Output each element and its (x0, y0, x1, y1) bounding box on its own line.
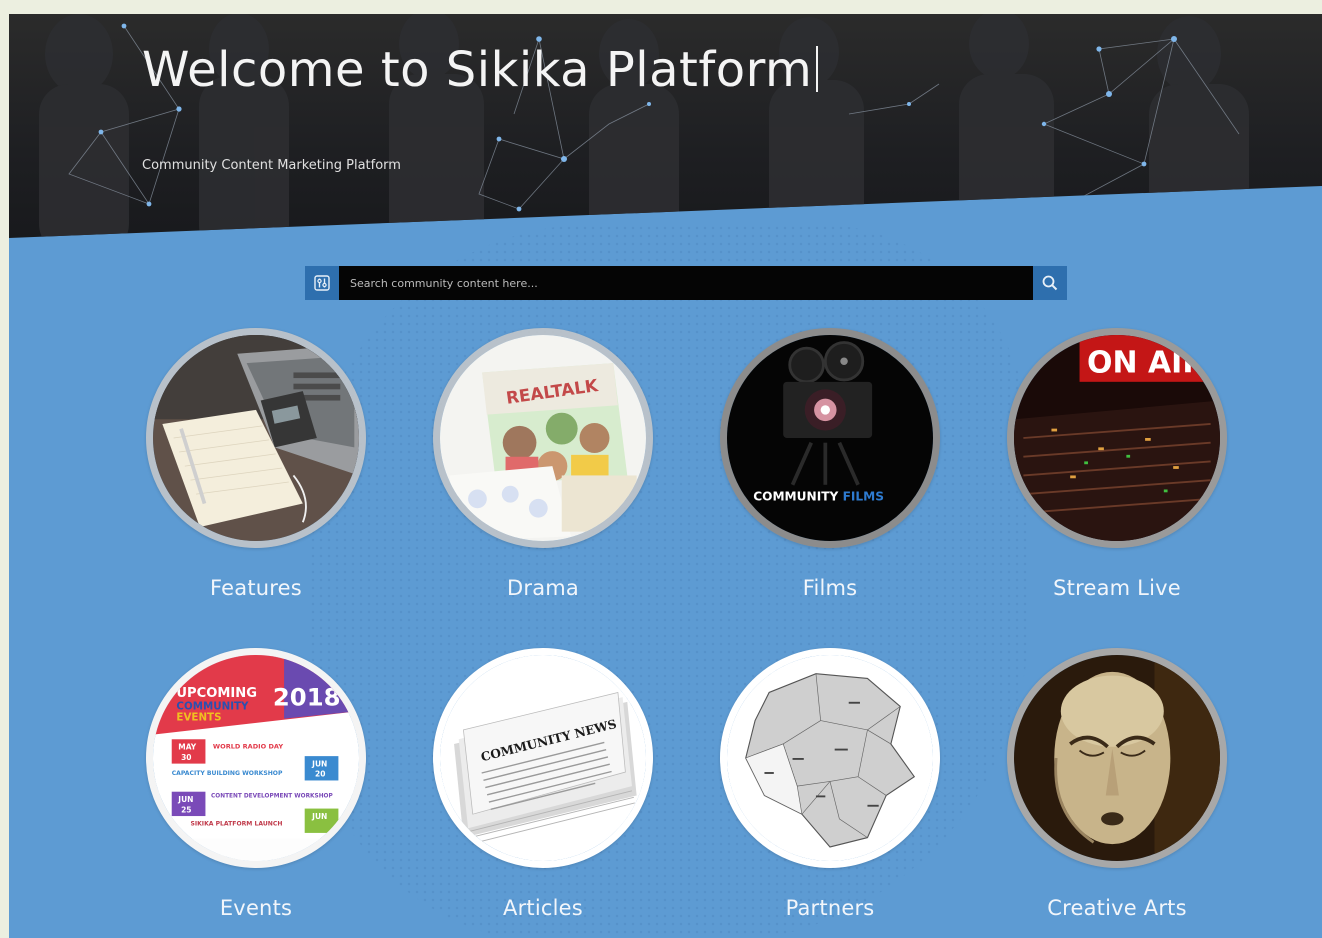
page-title: Welcome to Sikika Platform (142, 42, 819, 98)
category-label: Events (219, 896, 293, 920)
poster-events-text: EVENTS (176, 712, 221, 724)
category-label: Articles (503, 896, 583, 920)
category-tile-stream-live[interactable]: ON AIR Stream Live (997, 328, 1237, 618)
category-label: Drama (507, 576, 579, 600)
category-tile-articles[interactable]: COMMUNITY NEWS Articles (423, 648, 663, 938)
category-label: Partners (785, 896, 875, 920)
films-thumbnail[interactable]: COMMUNITY FILMS (720, 328, 940, 548)
search-button[interactable] (1033, 266, 1067, 300)
articles-thumbnail[interactable]: COMMUNITY NEWS (433, 648, 653, 868)
stream-live-thumbnail[interactable]: ON AIR (1007, 328, 1227, 548)
category-tile-partners[interactable]: Partners (710, 648, 950, 938)
page: Welcome to Sikika Platform Community Con… (9, 14, 1322, 938)
county-map-image (727, 655, 933, 861)
newspaper-stack-image: COMMUNITY NEWS (440, 655, 646, 861)
on-air-sign-text: ON AIR (1087, 345, 1205, 380)
event-month-text: JUN (177, 795, 193, 804)
category-label: Films (802, 576, 858, 600)
upcoming-events-poster-image: UPCOMING COMMUNITY EVENTS 2018 MAY 30 WO… (153, 655, 359, 861)
category-tile-events[interactable]: UPCOMING COMMUNITY EVENTS 2018 MAY 30 WO… (136, 648, 376, 938)
creative-arts-thumbnail[interactable] (1007, 648, 1227, 868)
event-month-text: JUN (311, 812, 327, 821)
drama-thumbnail[interactable]: REALTALK (433, 328, 653, 548)
event-month-text: JUN (311, 759, 327, 768)
event-day-text: 20 (315, 770, 325, 779)
category-label: Features (210, 576, 302, 600)
typing-cursor (816, 46, 819, 92)
features-thumbnail[interactable] (146, 328, 366, 548)
film-projector-image: COMMUNITY FILMS (727, 335, 933, 541)
search-bar (305, 266, 1067, 300)
category-tile-drama[interactable]: REALTALK Drama (423, 328, 663, 618)
search-icon (1042, 275, 1058, 291)
category-tile-films[interactable]: COMMUNITY FILMS Films (710, 328, 950, 618)
hero-banner: Welcome to Sikika Platform Community Con… (9, 14, 1322, 238)
realtalk-comic-image: REALTALK (440, 335, 646, 541)
event-title-text: WORLD RADIO DAY (213, 743, 283, 751)
community-films-text: COMMUNITY FILMS (753, 490, 884, 504)
event-month-text: MAY (178, 743, 197, 752)
filter-button[interactable] (305, 266, 339, 300)
on-air-studio-image: ON AIR (1014, 335, 1220, 541)
event-title-text: SIKIKA PLATFORM LAUNCH (190, 820, 282, 827)
page-subtitle: Community Content Marketing Platform (142, 158, 401, 173)
category-tile-features[interactable]: Features (136, 328, 376, 618)
notebook-recorder-image (153, 335, 359, 541)
category-label: Creative Arts (1047, 896, 1187, 920)
poster-upcoming-text: UPCOMING (176, 686, 257, 701)
event-title-text: CONTENT DEVELOPMENT WORKSHOP (211, 793, 333, 799)
event-title-text: CAPACITY BUILDING WORKSHOP (172, 770, 283, 777)
category-tile-creative-arts[interactable]: Creative Arts (997, 648, 1237, 938)
filter-icon (314, 275, 330, 291)
category-label: Stream Live (1053, 576, 1181, 600)
partners-thumbnail[interactable] (720, 648, 940, 868)
poster-year-text: 2018 (273, 683, 341, 712)
search-input[interactable] (339, 266, 1033, 300)
event-day-text: 30 (181, 753, 191, 762)
events-thumbnail[interactable]: UPCOMING COMMUNITY EVENTS 2018 MAY 30 WO… (146, 648, 366, 868)
event-day-text: 25 (181, 805, 191, 814)
tribal-mask-image (1014, 655, 1220, 861)
poster-community-text: COMMUNITY (176, 700, 249, 712)
